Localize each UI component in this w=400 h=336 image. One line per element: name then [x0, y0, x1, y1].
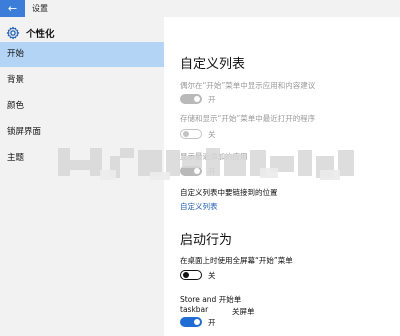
pixelated-watermark [58, 148, 354, 180]
